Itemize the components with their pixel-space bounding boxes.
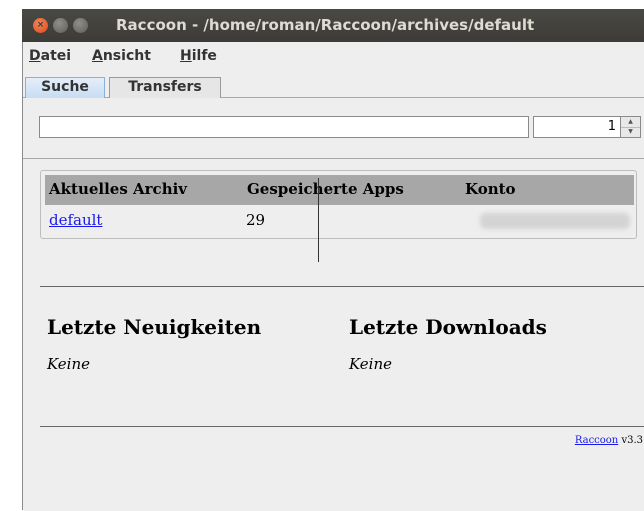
- header-account: Konto: [465, 180, 516, 198]
- saved-apps-count: 29: [246, 211, 266, 229]
- main-window: Datei Ansicht Hilfe Suche Transfers 1 ▲ …: [22, 42, 644, 511]
- header-archive: Aktuelles Archiv: [49, 180, 188, 198]
- spinner-buttons: ▲ ▼: [621, 116, 641, 138]
- downloads-heading: Letzte Downloads: [349, 315, 547, 339]
- window-title: Raccoon - /home/roman/Raccoon/archives/d…: [116, 16, 535, 34]
- tab-suche[interactable]: Suche: [25, 77, 105, 98]
- minimize-window-button[interactable]: [53, 18, 68, 33]
- tab-transfers[interactable]: Transfers: [109, 77, 221, 98]
- spinner-down-icon[interactable]: ▼: [621, 127, 640, 137]
- raccoon-link[interactable]: Raccoon: [575, 435, 618, 446]
- news-heading: Letzte Neuigkeiten: [47, 315, 262, 339]
- close-icon: ×: [36, 20, 45, 30]
- news-body: Keine: [47, 355, 91, 373]
- account-value-redacted: [480, 213, 630, 229]
- search-panel: 1 ▲ ▼: [23, 98, 644, 158]
- version-label: v3.3: [621, 435, 643, 446]
- divider-bottom: [40, 426, 644, 427]
- divider-top: [40, 286, 644, 287]
- menubar: Datei Ansicht Hilfe: [23, 42, 644, 72]
- table-header-row: Aktuelles Archiv Gespeicherte Apps Konto: [45, 175, 634, 205]
- archive-link[interactable]: default: [49, 211, 102, 229]
- menu-ansicht[interactable]: Ansicht: [92, 48, 151, 64]
- tab-strip: Suche Transfers: [23, 72, 644, 98]
- overview-content: Aktuelles Archiv Gespeicherte Apps Konto…: [23, 158, 644, 511]
- window-titlebar[interactable]: × Raccoon - /home/roman/Raccoon/archives…: [22, 9, 644, 42]
- menu-hilfe[interactable]: Hilfe: [180, 48, 217, 64]
- section-divider: [318, 178, 319, 262]
- page-spinner-value: 1: [607, 119, 616, 134]
- downloads-body: Keine: [349, 355, 393, 373]
- header-apps: Gespeicherte Apps: [247, 180, 404, 198]
- footer: Raccoon v3.3: [575, 435, 643, 446]
- close-window-button[interactable]: ×: [33, 18, 48, 33]
- menu-datei[interactable]: Datei: [29, 48, 71, 64]
- page-spinner-field[interactable]: 1: [533, 116, 621, 138]
- maximize-window-button[interactable]: [73, 18, 88, 33]
- search-input[interactable]: [39, 116, 529, 138]
- archive-info-table: Aktuelles Archiv Gespeicherte Apps Konto…: [40, 170, 637, 239]
